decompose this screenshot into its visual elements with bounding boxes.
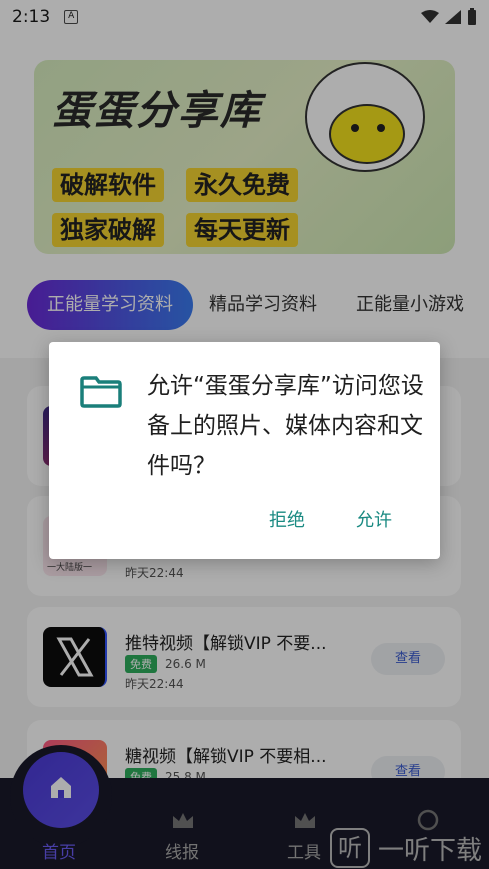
notification-icon: A — [64, 10, 79, 24]
status-time: 2:13 — [12, 7, 51, 27]
folder-icon — [80, 376, 122, 408]
permission-dialog: 允许“蛋蛋分享库”访问您设备上的照片、媒体内容和文件吗？ 拒绝 允许 — [49, 342, 440, 559]
deny-button[interactable]: 拒绝 — [269, 506, 305, 532]
allow-button[interactable]: 允许 — [356, 506, 392, 532]
status-bar: 2:13 A — [0, 0, 489, 34]
status-right-icons — [421, 8, 477, 26]
dialog-message: 允许“蛋蛋分享库”访问您设备上的照片、媒体内容和文件吗？ — [147, 373, 424, 479]
battery-icon — [468, 8, 476, 25]
signal-icon — [445, 10, 461, 24]
wifi-icon — [421, 10, 439, 23]
